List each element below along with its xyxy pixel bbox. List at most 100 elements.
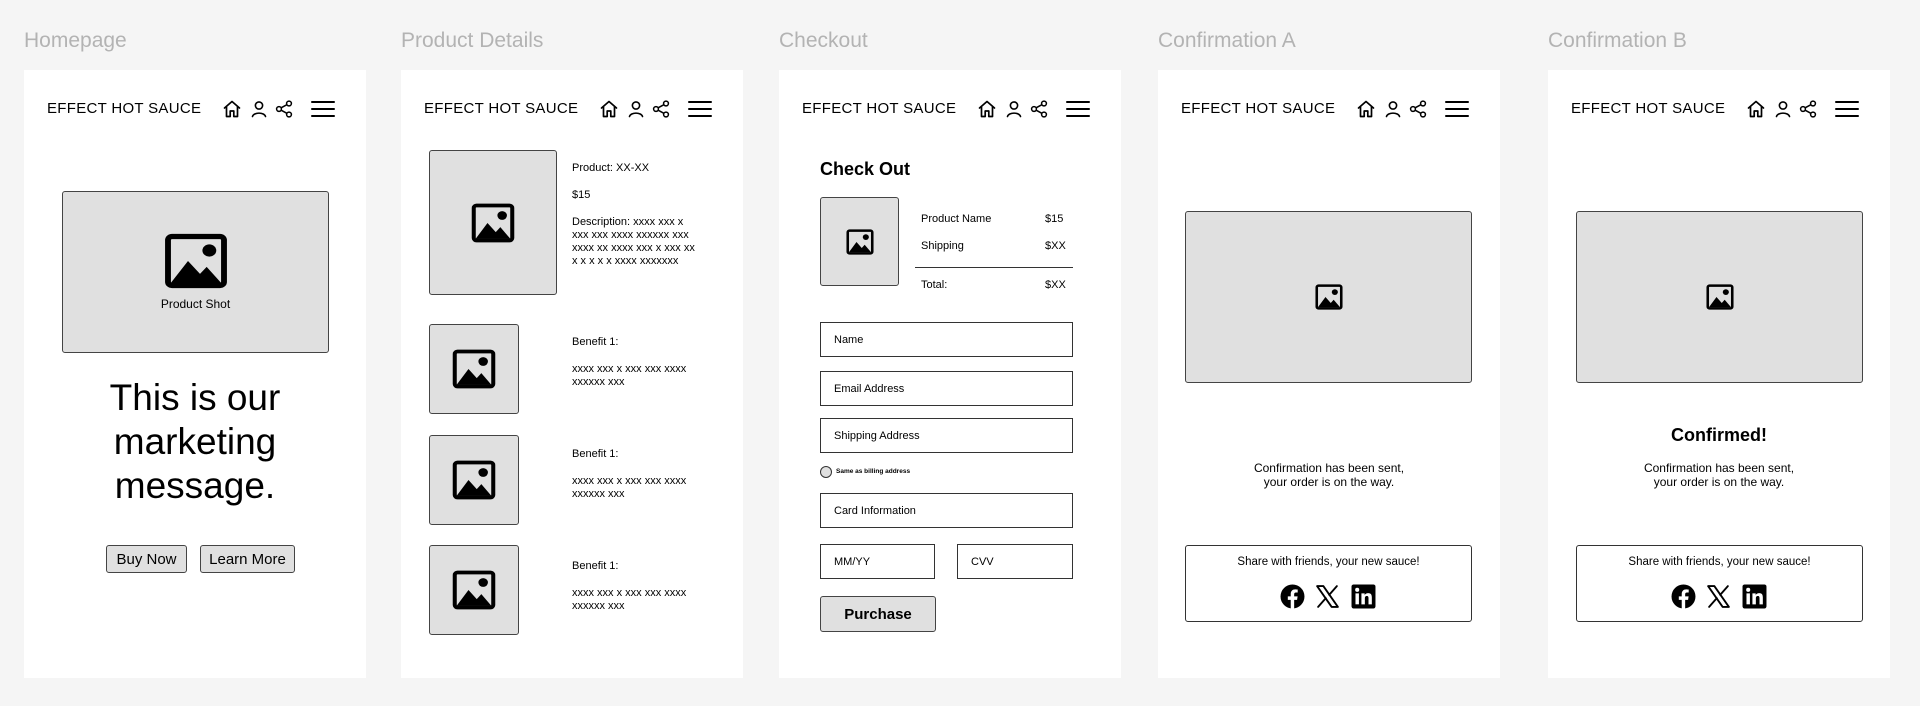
- confirmation-a-frame: EFFECT HOT SAUCE Confirmation has been s…: [1158, 70, 1500, 678]
- brand-logo[interactable]: EFFECT HOT SAUCE: [424, 100, 578, 117]
- summary-total-price: $XX: [1045, 279, 1066, 291]
- x-icon[interactable]: [1706, 584, 1731, 609]
- hero-caption: Product Shot: [160, 297, 231, 311]
- summary-product-label: Product Name: [921, 213, 992, 225]
- expiry-input[interactable]: MM/YY: [820, 544, 935, 579]
- share-panel: Share with friends, your new sauce!: [1576, 545, 1863, 622]
- menu-icon[interactable]: [1445, 99, 1469, 119]
- image-icon: [164, 233, 228, 289]
- home-icon[interactable]: [1356, 99, 1376, 119]
- benefit-text: xxxx xxx x xxx xxx xxxx: [572, 587, 687, 599]
- header: EFFECT HOT SAUCE: [401, 70, 743, 140]
- facebook-icon[interactable]: [1671, 584, 1696, 609]
- benefit-text: xxxxxx xxx: [572, 600, 625, 612]
- image-icon: [1315, 284, 1343, 310]
- product-name: Product: XX-XX: [572, 162, 650, 174]
- home-icon[interactable]: [222, 99, 242, 119]
- share-panel: Share with friends, your new sauce!: [1185, 545, 1472, 622]
- summary-divider: [915, 267, 1073, 268]
- home-icon[interactable]: [977, 99, 997, 119]
- benefit-label: Benefit 1:: [572, 448, 619, 460]
- checkout-heading: Check Out: [820, 159, 911, 179]
- share-icon[interactable]: [1408, 99, 1428, 119]
- home-icon[interactable]: [599, 99, 619, 119]
- facebook-icon[interactable]: [1280, 584, 1305, 609]
- frame-title-homepage: Homepage: [24, 29, 127, 52]
- summary-shipping-price: $XX: [1045, 240, 1066, 252]
- image-icon: [846, 229, 874, 255]
- menu-icon[interactable]: [1066, 99, 1090, 119]
- image-icon: [452, 349, 496, 389]
- brand-logo[interactable]: EFFECT HOT SAUCE: [1181, 100, 1335, 117]
- confirmed-heading: Confirmed!: [1671, 425, 1767, 445]
- shipping-address-input[interactable]: Shipping Address: [820, 418, 1073, 453]
- billing-checkbox[interactable]: [820, 466, 832, 478]
- confirmation-image: [1576, 211, 1863, 383]
- frame-title-checkout: Checkout: [779, 29, 868, 52]
- home-icon[interactable]: [1746, 99, 1766, 119]
- buy-now-button[interactable]: Buy Now: [106, 545, 187, 573]
- benefit-text: xxxxxx xxx: [572, 376, 625, 388]
- confirmation-image: [1185, 211, 1472, 383]
- image-icon: [1706, 284, 1734, 310]
- homepage-frame: EFFECT HOT SAUCE Product Shot This is ou…: [24, 70, 366, 678]
- user-icon[interactable]: [1004, 99, 1024, 119]
- share-label: Share with friends, your new sauce!: [1237, 556, 1420, 568]
- frame-title-confirmation-b: Confirmation B: [1548, 29, 1687, 52]
- header: EFFECT HOT SAUCE: [1548, 70, 1890, 140]
- frame-title-product-details: Product Details: [401, 29, 544, 52]
- header: EFFECT HOT SAUCE: [1158, 70, 1500, 140]
- summary-product-price: $15: [1045, 213, 1064, 225]
- benefit-image: [429, 545, 519, 635]
- product-image: [429, 150, 557, 295]
- product-details-frame: EFFECT HOT SAUCE Product: XX-XX $15 Desc…: [401, 70, 743, 678]
- product-description: Description: xxxx xxx x xxx xxx xxxx xxx…: [572, 216, 695, 267]
- header: EFFECT HOT SAUCE: [779, 70, 1121, 140]
- learn-more-button[interactable]: Learn More: [200, 545, 295, 573]
- summary-total-label: Total:: [921, 279, 948, 291]
- linkedin-icon[interactable]: [1742, 584, 1767, 609]
- checkout-frame: EFFECT HOT SAUCE Check Out Product Name …: [779, 70, 1121, 678]
- share-icon[interactable]: [651, 99, 671, 119]
- share-icon[interactable]: [1798, 99, 1818, 119]
- benefit-image: [429, 435, 519, 525]
- share-label: Share with friends, your new sauce!: [1628, 556, 1811, 568]
- billing-checkbox-label: Same as billing address: [836, 468, 911, 475]
- menu-icon[interactable]: [688, 99, 712, 119]
- share-icon[interactable]: [1029, 99, 1049, 119]
- product-price: $15: [572, 189, 591, 201]
- image-icon: [452, 570, 496, 610]
- menu-icon[interactable]: [311, 99, 335, 119]
- brand-logo[interactable]: EFFECT HOT SAUCE: [47, 100, 201, 117]
- name-input[interactable]: Name: [820, 322, 1073, 357]
- menu-icon[interactable]: [1835, 99, 1859, 119]
- benefit-image: [429, 324, 519, 414]
- email-input[interactable]: Email Address: [820, 371, 1073, 406]
- cart-product-image: [820, 197, 899, 286]
- marketing-message: This is our marketing message.: [109, 377, 281, 506]
- frame-title-confirmation-a: Confirmation A: [1158, 29, 1296, 52]
- cvv-input[interactable]: CVV: [957, 544, 1073, 579]
- user-icon[interactable]: [249, 99, 269, 119]
- purchase-button[interactable]: Purchase: [820, 596, 936, 632]
- image-icon: [471, 203, 515, 243]
- benefit-label: Benefit 1:: [572, 560, 619, 572]
- benefit-text: xxxxxx xxx: [572, 488, 625, 500]
- x-icon[interactable]: [1315, 584, 1340, 609]
- user-icon[interactable]: [1383, 99, 1403, 119]
- hero-product-image: Product Shot: [62, 191, 329, 353]
- summary-shipping-label: Shipping: [921, 240, 964, 252]
- share-icon[interactable]: [274, 99, 294, 119]
- benefit-label: Benefit 1:: [572, 336, 619, 348]
- confirmation-message: Confirmation has been sent, your order i…: [1253, 461, 1405, 489]
- benefit-text: xxxx xxx x xxx xxx xxxx: [572, 363, 687, 375]
- header: EFFECT HOT SAUCE: [24, 70, 366, 140]
- card-information-input[interactable]: Card Information: [820, 493, 1073, 528]
- image-icon: [452, 460, 496, 500]
- linkedin-icon[interactable]: [1351, 584, 1376, 609]
- user-icon[interactable]: [1773, 99, 1793, 119]
- benefit-text: xxxx xxx x xxx xxx xxxx: [572, 475, 687, 487]
- brand-logo[interactable]: EFFECT HOT SAUCE: [802, 100, 956, 117]
- brand-logo[interactable]: EFFECT HOT SAUCE: [1571, 100, 1725, 117]
- user-icon[interactable]: [626, 99, 646, 119]
